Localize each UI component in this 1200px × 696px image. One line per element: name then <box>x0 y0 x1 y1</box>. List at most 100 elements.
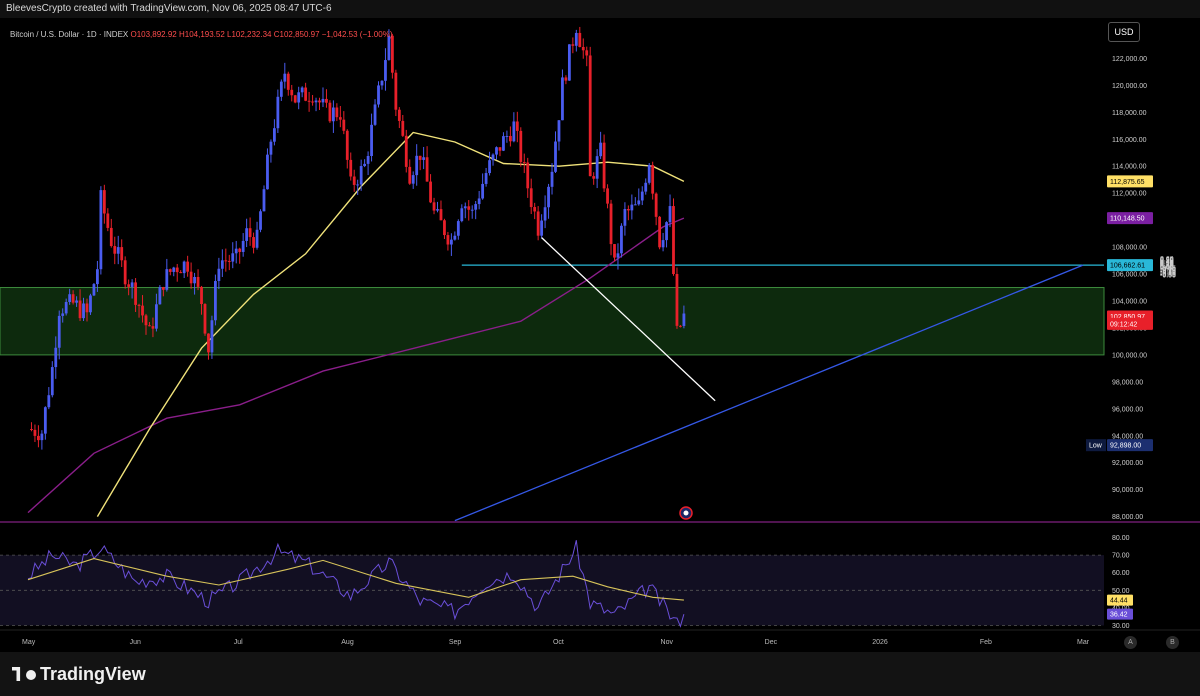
candle <box>495 147 498 155</box>
price-tick-label: 90,000.00 <box>1112 487 1143 494</box>
ohlc-values: O103,892.92 H104,193.52 L102,232.34 C102… <box>130 30 393 39</box>
candle <box>297 92 301 103</box>
rsi-tick-label: 60.00 <box>1112 570 1130 577</box>
candle <box>214 281 217 321</box>
low-prefix-label: Low <box>1089 443 1103 450</box>
rsi-tick-label: 70.00 <box>1112 553 1130 560</box>
candle <box>366 155 370 164</box>
candle <box>279 81 283 97</box>
candle <box>606 188 609 204</box>
tradingview-brand: TradingView <box>40 664 146 684</box>
candle <box>352 176 356 185</box>
chart-svg[interactable]: 122,000.00 120,000.00 118,000.00 116,000.00… <box>0 18 1200 652</box>
candle <box>78 300 82 319</box>
candle <box>89 295 92 313</box>
scale-mode-button[interactable]: B <box>1166 636 1179 649</box>
time-tick-label: Sep <box>449 639 462 646</box>
candle <box>200 286 203 305</box>
candle <box>436 209 439 211</box>
candle <box>85 303 89 313</box>
candle <box>408 166 412 184</box>
rsi-tick-label: 50.00 <box>1112 588 1130 595</box>
candle <box>161 287 165 290</box>
candle <box>57 315 61 348</box>
candle <box>561 77 564 121</box>
candle <box>359 166 363 185</box>
candle <box>40 433 44 441</box>
time-tick-label: Jul <box>234 639 243 646</box>
candle <box>536 211 540 236</box>
candle <box>682 313 686 326</box>
candle <box>144 315 148 326</box>
price-tick-label: 106,000.00 <box>1112 272 1147 279</box>
tradingview-logo[interactable]: TradingView <box>12 664 146 685</box>
candle <box>248 228 252 238</box>
candle <box>363 163 367 167</box>
candle <box>415 155 419 176</box>
candle <box>439 209 443 221</box>
candle <box>637 200 641 205</box>
time-tick-label: May <box>22 639 36 646</box>
price-tick-label: 108,000.00 <box>1112 245 1147 252</box>
candle <box>404 135 408 167</box>
candle <box>158 287 162 305</box>
time-tick-label: Oct <box>553 639 564 646</box>
candle <box>609 203 613 245</box>
time-tick-label: Aug <box>341 639 354 646</box>
candle <box>96 269 99 285</box>
candle <box>401 120 405 136</box>
candle <box>189 271 193 284</box>
candle <box>377 85 380 105</box>
candle <box>658 216 662 248</box>
candle <box>547 186 550 208</box>
symbol-name: Bitcoin / U.S. Dollar · 1D · INDEX <box>10 30 129 39</box>
auto-scale-button[interactable]: A <box>1124 636 1137 649</box>
candle <box>220 260 224 269</box>
price-tick-label: 118,000.00 <box>1112 110 1147 117</box>
currency-button[interactable]: USD <box>1108 22 1140 42</box>
candle <box>675 274 679 326</box>
candle <box>172 267 176 272</box>
price-tick-label: 122,000.00 <box>1112 56 1147 63</box>
candle <box>384 60 387 81</box>
candle <box>314 100 318 103</box>
candle <box>390 35 394 73</box>
percent-tick-label: -0.55 <box>1160 273 1176 280</box>
candle <box>449 239 453 245</box>
candle <box>453 235 457 240</box>
price-tick-label: 100,000.00 <box>1112 352 1147 359</box>
candle <box>640 191 644 201</box>
candle <box>321 98 325 103</box>
candle <box>342 119 346 131</box>
candle <box>68 294 72 303</box>
candle <box>241 240 245 252</box>
candle <box>644 182 648 192</box>
candle <box>283 73 287 82</box>
candle <box>300 87 304 93</box>
candle <box>373 104 377 125</box>
price-tick-label: 114,000.00 <box>1112 164 1147 171</box>
candle <box>484 173 488 184</box>
candle <box>134 282 137 305</box>
candle <box>418 155 422 160</box>
candle <box>120 247 124 261</box>
candle <box>626 209 630 211</box>
news-icon <box>679 506 693 520</box>
candles-group <box>30 26 686 450</box>
candle <box>585 50 589 56</box>
candle <box>564 77 568 81</box>
candle <box>276 96 280 129</box>
price-tick-label: 120,000.00 <box>1112 83 1147 90</box>
candle <box>338 117 342 120</box>
candle <box>54 347 58 368</box>
price-tick-label: 98,000.00 <box>1112 379 1143 386</box>
candle <box>318 100 321 103</box>
candle <box>550 171 554 187</box>
candle <box>463 206 467 209</box>
candle <box>116 247 120 254</box>
price-label: 112,875.65 <box>1110 179 1145 186</box>
candle <box>623 209 627 226</box>
candle <box>522 161 526 163</box>
candle <box>574 32 578 46</box>
candle <box>460 208 464 222</box>
